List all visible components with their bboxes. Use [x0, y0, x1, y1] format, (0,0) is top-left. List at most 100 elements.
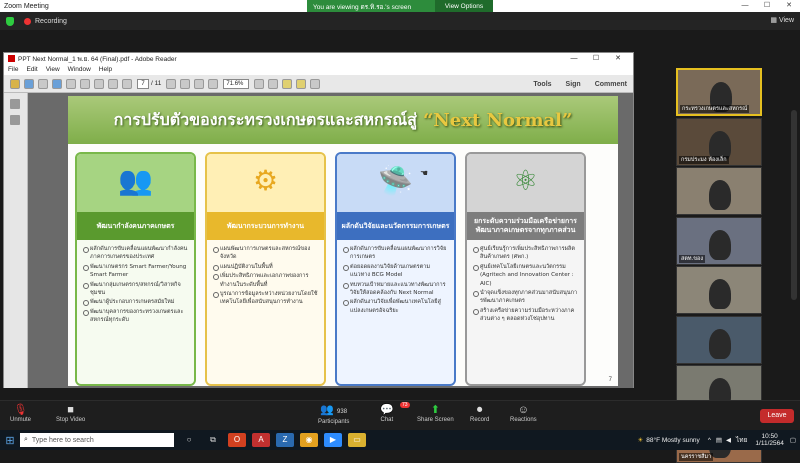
participants-button[interactable]: 👥 938 Participants [318, 404, 349, 425]
reader-panes: Tools Sign Comment [519, 75, 627, 93]
minimize-button[interactable]: — [734, 0, 756, 12]
clock[interactable]: 10:50 1/11/2564 [755, 433, 783, 447]
reader-toolbar: 7 / 11 71.6% Tools Sign Comment [4, 75, 633, 93]
page-input[interactable]: 7 [137, 78, 149, 89]
drone-icon: 🛸 [378, 165, 413, 196]
acrobat-icon[interactable]: A [252, 433, 270, 447]
save-icon[interactable] [66, 78, 76, 89]
search-placeholder: Type here to search [31, 436, 94, 444]
record-label: Record [470, 417, 490, 423]
attachments-icon[interactable] [10, 115, 20, 125]
list-item: พัฒนาเกษตรกร Smart Farmer/Young Smart Fa… [83, 263, 190, 280]
zoom-select[interactable]: 71.6% [223, 78, 250, 89]
card-research: 🛸 ผลักดันวิจัยและนวัตกรรมการเกษตร ผลักดั… [335, 152, 456, 386]
window-title: Zoom Meeting [4, 2, 49, 10]
file-explorer-icon[interactable]: ▭ [348, 433, 366, 447]
language-indicator[interactable]: ไทย [736, 435, 747, 445]
reader-maximize-button[interactable]: ☐ [585, 53, 607, 64]
print-icon[interactable] [80, 78, 90, 89]
cloud-icon[interactable] [52, 78, 62, 89]
comment-icon[interactable] [282, 78, 293, 89]
tools-pane-button[interactable]: Tools [533, 81, 551, 88]
shield-icon[interactable] [6, 16, 14, 26]
weather-text[interactable]: 88°F Mostly sunny [646, 437, 700, 444]
list-item: ทบทวนเป้าหมายและแนวทางพัฒนาการวิจัยให้สอ… [343, 281, 450, 298]
menu-help[interactable]: Help [99, 66, 112, 73]
office-icon[interactable]: O [228, 433, 246, 447]
stop-video-button[interactable]: ■ Stop Video [56, 404, 85, 423]
participant-name: สตท.ของ [679, 254, 706, 263]
list-item: พัฒนากลุ่มเกษตรกร/สหกรณ์/วิสาหกิจชุมชน [83, 281, 190, 298]
chrome-icon[interactable]: ◉ [300, 433, 318, 447]
highlight-icon[interactable] [296, 78, 307, 89]
slide-title-english: “Next Normal” [422, 109, 573, 131]
next-page-icon[interactable] [122, 78, 132, 89]
menu-file[interactable]: File [8, 66, 18, 73]
participant-silhouette [709, 328, 731, 359]
cortana-icon[interactable]: ○ [180, 433, 198, 447]
windows-start-icon[interactable]: ⊞ [0, 430, 20, 450]
share-screen-label: Share Screen [417, 417, 454, 423]
reactions-icon: ☺ [517, 404, 529, 416]
video-camera-icon: ■ [67, 404, 74, 416]
participant-silhouette [709, 229, 731, 260]
expand-icon[interactable] [310, 78, 321, 89]
notifications-icon[interactable]: ▢ [790, 436, 796, 444]
participant-tile[interactable]: กรมประมง ห้องเล็ก [676, 117, 762, 166]
participant-tile[interactable]: กระทรวงเกษตรและสหกรณ์ [676, 68, 762, 116]
fit-page-icon[interactable] [254, 78, 265, 89]
network-icon[interactable]: ▤ [716, 436, 722, 444]
unmute-button[interactable]: 🎙 Unmute [10, 404, 31, 423]
close-button[interactable]: ✕ [778, 0, 800, 12]
prev-page-icon[interactable] [108, 78, 118, 89]
tray-chevron-icon[interactable]: ^ [708, 437, 711, 444]
share-banner-text: You are viewing ดร.ทิ.รอ.'s screen [313, 3, 412, 11]
select-icon[interactable] [166, 78, 177, 89]
gallery-scrollbar[interactable] [791, 110, 797, 300]
menu-edit[interactable]: Edit [26, 66, 37, 73]
leave-button[interactable]: Leave [760, 409, 794, 423]
zoom-out-icon[interactable] [194, 78, 205, 89]
menu-view[interactable]: View [46, 66, 60, 73]
list-item: เพิ่มประสิทธิภาพและเอกภาพของการทำงานในระ… [213, 272, 320, 289]
zoom-app-icon[interactable]: ▶ [324, 433, 342, 447]
volume-icon[interactable]: ◀ [726, 436, 731, 444]
reactions-button[interactable]: ☺ Reactions [510, 404, 537, 423]
card-header: พัฒนากระบวนการทำงาน [207, 212, 324, 240]
maximize-button[interactable]: ☐ [756, 0, 778, 12]
participant-tile[interactable]: สตท.ของ [676, 216, 762, 265]
slide-title-thai: การปรับตัวของกระทรวงเกษตรและสหกรณ์สู่ [113, 109, 417, 129]
open-icon[interactable] [10, 78, 20, 89]
list-item: ต่อยอดผลงานวิจัยด้านเกษตรตามแนวทาง BCG M… [343, 263, 450, 280]
zoom-in-icon[interactable] [208, 78, 219, 89]
zoom-taskbar-icon[interactable]: Z [276, 433, 294, 447]
fit-width-icon[interactable] [268, 78, 279, 89]
create-pdf-icon[interactable] [24, 78, 34, 89]
comment-pane-button[interactable]: Comment [595, 81, 627, 88]
edit-icon[interactable] [38, 78, 48, 89]
view-button[interactable]: ▦ View [770, 16, 794, 24]
chat-button[interactable]: 💬 73 Chat [380, 402, 410, 423]
unmute-label: Unmute [10, 417, 32, 423]
menu-window[interactable]: Window [68, 66, 91, 73]
participant-tile[interactable] [676, 315, 762, 364]
sign-pane-button[interactable]: Sign [566, 81, 581, 88]
reader-minimize-button[interactable]: — [563, 53, 585, 64]
document-viewport[interactable]: การปรับตัวของกระทรวงเกษตรและสหกรณ์สู่ “N… [28, 93, 633, 388]
page-indicator: 7 / 11 [137, 78, 161, 89]
participant-tile[interactable] [676, 266, 762, 314]
clock-date: 1/11/2564 [755, 440, 784, 447]
participant-tile[interactable] [676, 167, 762, 215]
pages-panel-icon[interactable] [10, 99, 20, 109]
record-button[interactable]: ⏺ Record [470, 404, 489, 423]
list-item: ผลักดันการขับเคลื่อนแผนพัฒนาการวิจัยการเ… [343, 245, 450, 262]
taskbar-search[interactable]: ⌕ Type here to search [20, 433, 174, 447]
card-illustration: 👥 [77, 154, 194, 212]
card-illustration: 🛸 [337, 154, 454, 212]
task-view-icon[interactable]: ⧉ [204, 433, 222, 447]
hand-icon[interactable] [180, 78, 191, 89]
reader-close-button[interactable]: ✕ [607, 53, 629, 64]
reader-window-controls: — ☐ ✕ [563, 53, 629, 64]
email-icon[interactable] [94, 78, 104, 89]
share-screen-button[interactable]: ⬆ Share Screen [417, 404, 454, 423]
